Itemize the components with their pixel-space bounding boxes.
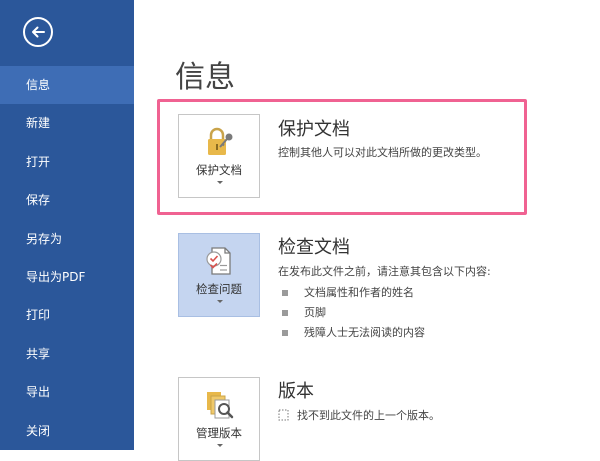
highlight-frame xyxy=(157,99,527,215)
sidebar-item-close[interactable]: 关闭 xyxy=(0,412,134,450)
document-dotted-icon xyxy=(278,409,289,421)
page-title: 信息 xyxy=(175,60,235,95)
back-arrow-icon[interactable] xyxy=(23,17,53,47)
versions-description-row: 找不到此文件的上一个版本。 xyxy=(278,407,440,423)
inspect-document-title: 检查文档 xyxy=(278,237,350,258)
sidebar-item-save[interactable]: 保存 xyxy=(0,181,134,219)
check-issues-button[interactable]: 检查问题 xyxy=(178,233,260,317)
backstage-sidebar: 信息 新建 打开 保存 另存为 导出为PDF 打印 共享 导出 关闭 xyxy=(0,0,134,450)
chevron-down-icon xyxy=(217,300,223,303)
list-item: 文档属性和作者的姓名 xyxy=(282,283,425,303)
manage-versions-label: 管理版本 xyxy=(196,426,242,440)
sidebar-item-save-as[interactable]: 另存为 xyxy=(0,220,134,258)
sidebar-item-info[interactable]: 信息 xyxy=(0,66,134,105)
sidebar-item-open[interactable]: 打开 xyxy=(0,143,134,181)
bullet-square-icon xyxy=(282,330,288,336)
sidebar-item-export[interactable]: 导出 xyxy=(0,373,134,411)
sidebar-nav: 信息 新建 打开 保存 另存为 导出为PDF 打印 共享 导出 关闭 xyxy=(0,66,134,450)
manage-versions-button[interactable]: 管理版本 xyxy=(178,377,260,461)
versions-description: 找不到此文件的上一个版本。 xyxy=(297,409,440,422)
sidebar-item-print[interactable]: 打印 xyxy=(0,296,134,334)
bullet-square-icon xyxy=(282,290,288,296)
list-item: 残障人士无法阅读的内容 xyxy=(282,323,425,343)
bullet-square-icon xyxy=(282,310,288,316)
sidebar-item-export-pdf[interactable]: 导出为PDF xyxy=(0,258,134,296)
versions-magnifier-icon xyxy=(207,392,234,419)
chevron-down-icon xyxy=(217,444,223,447)
versions-title: 版本 xyxy=(278,381,314,402)
check-issues-label: 检查问题 xyxy=(196,282,242,296)
list-item: 页脚 xyxy=(282,303,425,323)
inspect-bullet-list: 文档属性和作者的姓名 页脚 残障人士无法阅读的内容 xyxy=(282,283,425,343)
sidebar-item-share[interactable]: 共享 xyxy=(0,335,134,373)
inspect-document-description: 在发布此文件之前，请注意其包含以下内容: xyxy=(278,265,491,278)
sidebar-item-new[interactable]: 新建 xyxy=(0,104,134,142)
document-checklist-icon xyxy=(206,247,231,275)
